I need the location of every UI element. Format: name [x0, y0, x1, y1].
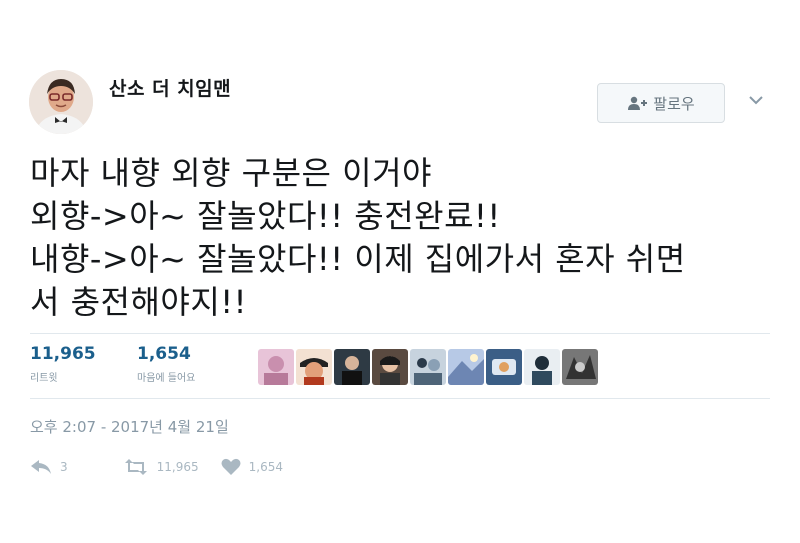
divider — [30, 398, 770, 399]
reply-icon — [31, 460, 51, 474]
liker-avatar[interactable] — [562, 349, 598, 385]
like-action-count: 1,654 — [248, 460, 283, 474]
liker-avatars — [258, 349, 598, 385]
divider — [30, 333, 770, 334]
chevron-down-icon[interactable] — [746, 90, 766, 110]
like-label: 마음에 들어요 — [137, 373, 196, 384]
liker-avatar[interactable] — [372, 349, 408, 385]
tweet-text: 마자 내향 외향 구분은 이거야 외향->아~ 잘놀았다!! 충전완료!! 내향… — [30, 154, 686, 321]
liker-avatar[interactable] — [448, 349, 484, 385]
retweet-action-count: 11,965 — [156, 460, 199, 474]
liker-avatar[interactable] — [486, 349, 522, 385]
like-stat[interactable]: 1,654 마음에 들어요 — [137, 343, 195, 384]
retweet-stat[interactable]: 11,965 리트윗 — [30, 343, 96, 384]
liker-avatar[interactable] — [296, 349, 332, 385]
follow-button[interactable]: 팔로우 — [597, 83, 725, 123]
tweet-timestamp[interactable]: 오후 2:07 - 2017년 4월 21일 — [30, 416, 229, 437]
display-name[interactable]: 산소 더 치임맨 — [109, 74, 231, 101]
retweet-label: 리트윗 — [30, 373, 58, 384]
retweet-count: 11,965 — [30, 344, 96, 364]
follow-label: 팔로우 — [653, 94, 695, 113]
liker-avatar[interactable] — [524, 349, 560, 385]
retweet-icon — [124, 459, 147, 475]
liker-avatar[interactable] — [334, 349, 370, 385]
avatar[interactable] — [29, 70, 93, 134]
reply-button[interactable]: 3 — [30, 459, 68, 475]
tweet-actions: 3 11,965 1,654 — [30, 458, 283, 476]
reply-count: 3 — [60, 460, 68, 474]
liker-avatar[interactable] — [410, 349, 446, 385]
retweet-button[interactable]: 11,965 — [123, 459, 199, 475]
like-button[interactable]: 1,654 — [221, 458, 283, 476]
like-count: 1,654 — [137, 344, 191, 364]
profile-photo — [29, 70, 93, 134]
liker-avatar[interactable] — [258, 349, 294, 385]
heart-icon — [221, 458, 241, 475]
add-user-icon — [627, 96, 648, 110]
